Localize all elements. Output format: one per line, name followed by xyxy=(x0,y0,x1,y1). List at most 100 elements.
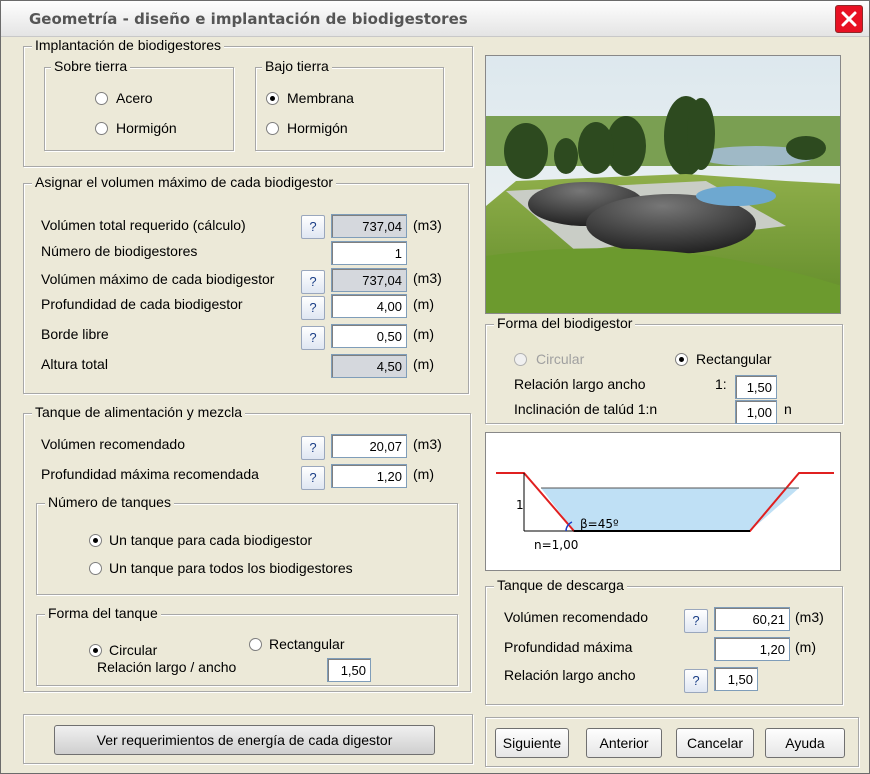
help-tanque-vol-button[interactable]: ? xyxy=(301,436,325,460)
tanque-group: Tanque de alimentación y mezcla Volúmen … xyxy=(23,404,471,692)
numero-field[interactable]: 1 xyxy=(331,241,407,265)
radio-hormigon-sobre[interactable] xyxy=(95,122,108,135)
volumen-group: Asignar el volumen máximo de cada biodig… xyxy=(23,174,469,394)
bio-talud-field[interactable]: 1,00 xyxy=(735,400,777,424)
radio-tanque-circular[interactable] xyxy=(89,644,102,657)
label-un-tanque-cada: Un tanque para cada biodigestor xyxy=(109,532,313,548)
radio-bio-circular[interactable] xyxy=(514,353,527,366)
volumen-title: Asignar el volumen máximo de cada biodig… xyxy=(32,174,337,190)
energia-button[interactable]: Ver requerimientos de energía de cada di… xyxy=(54,725,435,755)
prof-field[interactable]: 4,00 xyxy=(331,294,407,318)
cancelar-button[interactable]: Cancelar xyxy=(676,728,754,758)
bajo-tierra-title: Bajo tierra xyxy=(262,58,332,74)
tanque-vol-field[interactable]: 20,07 xyxy=(331,434,407,458)
energia-group: Ver requerimientos de energía de cada di… xyxy=(23,714,473,764)
bio-relacion-field[interactable]: 1,50 xyxy=(735,375,777,399)
help-maximo-button[interactable]: ? xyxy=(301,270,325,294)
numero-tanques-title: Número de tanques xyxy=(45,494,174,510)
tanque-relacion-field[interactable]: 1,50 xyxy=(327,658,371,682)
help-total-button[interactable]: ? xyxy=(301,215,325,239)
numero-tanques-group: Número de tanques Un tanque para cada bi… xyxy=(36,494,458,595)
descarga-prof-field[interactable]: 1,20 xyxy=(714,637,790,661)
nav-group: Siguiente Anterior Cancelar Ayuda xyxy=(485,717,859,767)
tanque-relacion-label: Relación largo / ancho xyxy=(97,659,237,675)
descarga-relacion-field[interactable]: 1,50 xyxy=(714,667,758,691)
help-descarga-vol-button[interactable]: ? xyxy=(684,609,708,633)
radio-un-tanque-cada[interactable] xyxy=(89,534,102,547)
ayuda-button[interactable]: Ayuda xyxy=(765,728,845,758)
label-bio-circular: Circular xyxy=(536,351,585,367)
help-descarga-relacion-button[interactable]: ? xyxy=(684,669,708,693)
total-unit: (m3) xyxy=(413,217,442,233)
cross-section-svg: 1 β=45º n=1,00 xyxy=(496,472,834,552)
siguiente-button[interactable]: Siguiente xyxy=(495,728,569,758)
close-icon xyxy=(841,11,857,27)
diagram-n-label: n=1,00 xyxy=(534,538,578,552)
close-button[interactable] xyxy=(835,5,863,33)
forma-tanque-title: Forma del tanque xyxy=(45,605,161,621)
help-prof-button[interactable]: ? xyxy=(301,296,325,320)
descarga-vol-field[interactable]: 60,21 xyxy=(714,607,790,631)
tanque-vol-label: Volúmen recomendado xyxy=(41,436,185,452)
bio-relacion-label: Relación largo ancho xyxy=(514,376,646,392)
descarga-title: Tanque de descarga xyxy=(494,577,627,593)
title-bar: Geometría - diseño e implantación de bio… xyxy=(1,1,869,37)
label-un-tanque-todos: Un tanque para todos los biodigestores xyxy=(109,560,353,576)
forma-tanque-group: Forma del tanque Circular Rectangular Re… xyxy=(36,605,458,686)
borde-label: Borde libre xyxy=(41,326,109,342)
tanque-prof-unit: (m) xyxy=(413,466,434,482)
total-label: Volúmen total requerido (cálculo) xyxy=(41,217,246,233)
radio-membrana[interactable] xyxy=(266,92,279,105)
maximo-unit: (m3) xyxy=(413,270,442,286)
tanque-prof-label: Profundidad máxima recomendada xyxy=(41,466,259,482)
label-membrana: Membrana xyxy=(287,90,354,106)
label-tanque-rectangular: Rectangular xyxy=(269,636,345,652)
radio-acero[interactable] xyxy=(95,92,108,105)
label-hormigon-bajo: Hormigón xyxy=(287,120,348,136)
numero-label: Número de biodigestores xyxy=(41,243,198,259)
radio-bio-rectangular[interactable] xyxy=(675,353,688,366)
descarga-prof-unit: (m) xyxy=(795,639,816,655)
bio-talud-unit: n xyxy=(784,401,792,417)
help-tanque-prof-button[interactable]: ? xyxy=(301,466,325,490)
label-acero: Acero xyxy=(116,90,153,106)
radio-hormigon-bajo[interactable] xyxy=(266,122,279,135)
altura-field: 4,50 xyxy=(331,354,407,378)
diagram-angle-label: β=45º xyxy=(580,517,619,531)
implantacion-title: Implantación de biodigestores xyxy=(32,37,225,53)
bio-talud-label: Inclinación de talúd 1:n xyxy=(514,401,658,417)
implantacion-group: Implantación de biodigestores Sobre tier… xyxy=(23,37,473,167)
anterior-button[interactable]: Anterior xyxy=(586,728,662,758)
altura-unit: (m) xyxy=(413,356,434,372)
maximo-label: Volúmen máximo de cada biodigestor xyxy=(41,271,275,287)
label-tanque-circular: Circular xyxy=(109,642,158,658)
borde-unit: (m) xyxy=(413,326,434,342)
prof-label: Profundidad de cada biodigestor xyxy=(41,296,243,312)
biodigester-photo xyxy=(485,55,841,314)
sobre-tierra-group: Sobre tierra Acero Hormigón xyxy=(44,58,234,151)
biodigester-photo-image xyxy=(486,56,840,313)
forma-bio-group: Forma del biodigestor Circular Rectangul… xyxy=(485,315,843,424)
maximo-field: 737,04 xyxy=(331,268,407,292)
bio-relacion-prefix: 1: xyxy=(715,376,727,392)
radio-un-tanque-todos[interactable] xyxy=(89,562,102,575)
altura-label: Altura total xyxy=(41,356,108,372)
tanque-vol-unit: (m3) xyxy=(413,436,442,452)
bajo-tierra-group: Bajo tierra Membrana Hormigón xyxy=(255,58,444,151)
descarga-relacion-label: Relación largo ancho xyxy=(504,667,636,683)
help-borde-button[interactable]: ? xyxy=(301,326,325,350)
descarga-vol-label: Volúmen recomendado xyxy=(504,609,648,625)
borde-field[interactable]: 0,50 xyxy=(331,324,407,348)
radio-tanque-rectangular[interactable] xyxy=(249,638,262,651)
dialog-window: Geometría - diseño e implantación de bio… xyxy=(0,0,870,774)
cross-section-diagram: 1 β=45º n=1,00 xyxy=(485,432,841,571)
total-field: 737,04 xyxy=(331,214,407,238)
label-hormigon-sobre: Hormigón xyxy=(116,120,177,136)
forma-bio-title: Forma del biodigestor xyxy=(494,315,636,331)
descarga-prof-label: Profundidad máxima xyxy=(504,639,633,655)
prof-unit: (m) xyxy=(413,296,434,312)
sobre-tierra-title: Sobre tierra xyxy=(51,58,131,74)
tanque-prof-field[interactable]: 1,20 xyxy=(331,464,407,488)
descarga-vol-unit: (m3) xyxy=(795,609,824,625)
diagram-one-label: 1 xyxy=(516,498,524,512)
